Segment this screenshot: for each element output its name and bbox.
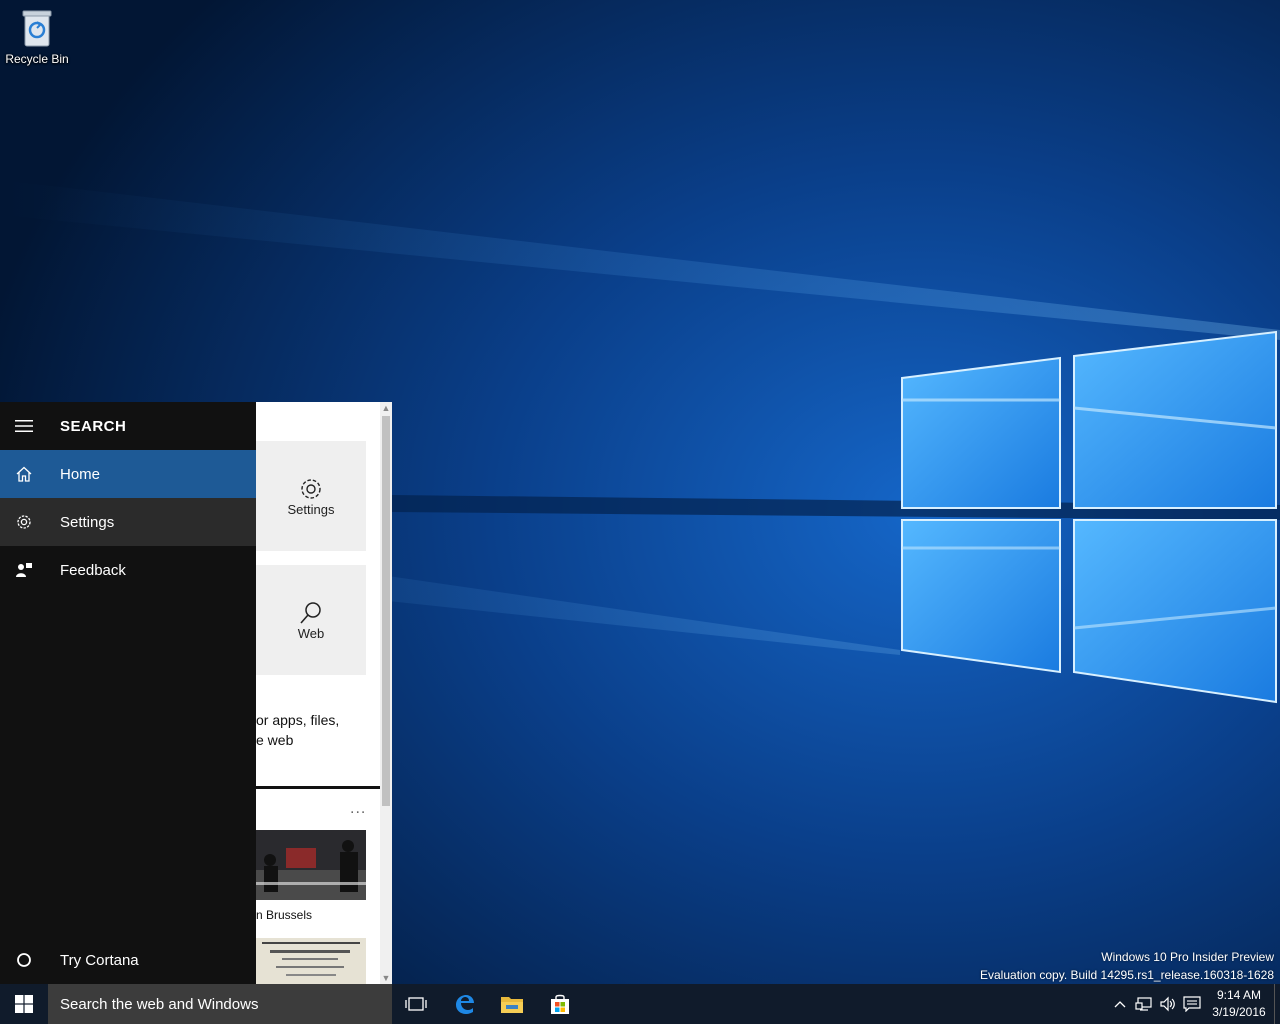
action-center-icon [1183, 996, 1201, 1012]
show-hidden-icons-button[interactable] [1108, 984, 1132, 1024]
edge-icon [456, 995, 474, 1014]
nav-item-label: Home [60, 465, 101, 483]
home-icon [16, 466, 32, 482]
news-caption-1[interactable]: n Brussels [256, 908, 312, 922]
watermark-line-1: Windows 10 Pro Insider Preview [1101, 950, 1274, 964]
desktop-icon-recycle-bin[interactable]: Recycle Bin [4, 6, 70, 76]
windows-logo-icon [15, 995, 33, 1013]
edge-button[interactable] [440, 984, 488, 1024]
nav-item-home[interactable]: Home [0, 450, 256, 498]
search-content-pane: Settings Web or apps, files, e web ... n… [256, 402, 392, 984]
tile-label: Settings [287, 501, 335, 517]
feedback-icon [16, 563, 32, 577]
nav-item-label: Settings [60, 513, 115, 531]
file-explorer-icon [501, 997, 523, 1013]
task-view-icon [405, 997, 427, 1011]
section-divider [256, 786, 380, 789]
clock-time: 9:14 AM [1216, 988, 1262, 1002]
desktop-icon-label: Recycle Bin [5, 52, 69, 66]
more-options-button[interactable]: ... [350, 800, 366, 818]
store-icon [551, 994, 569, 1014]
try-cortana-label: Try Cortana [60, 951, 139, 969]
search-nav-pane: SEARCH Home Settings Feedback Try Cortan… [0, 402, 256, 984]
watermark-line-2: Evaluation copy. Build 14295.rs1_release… [980, 968, 1274, 982]
hamburger-menu-button[interactable] [0, 402, 48, 450]
system-tray: 9:14 AM 3/19/2016 [1108, 984, 1280, 1024]
news-photo [256, 938, 366, 984]
clock-date: 3/19/2016 [1212, 1005, 1266, 1019]
chevron-up-icon [1114, 1001, 1126, 1008]
search-panel: SEARCH Home Settings Feedback Try Cortan… [0, 402, 392, 984]
search-hint-line-1: or apps, files, [256, 712, 340, 728]
gear-icon [17, 515, 31, 529]
show-desktop-button[interactable] [1274, 984, 1280, 1024]
search-placeholder: Search the web and Windows [60, 995, 259, 1013]
news-photo [256, 830, 366, 900]
network-icon [1135, 997, 1152, 1011]
start-button[interactable] [0, 984, 48, 1024]
task-view-button[interactable] [392, 984, 440, 1024]
content-scrollbar[interactable]: ▲ ▼ [380, 402, 392, 984]
nav-item-label: Feedback [60, 561, 126, 579]
evaluation-watermark: Windows 10 Pro Insider Preview Evaluatio… [980, 948, 1274, 984]
news-image-2[interactable] [256, 938, 366, 984]
news-image-1[interactable] [256, 830, 366, 900]
nav-item-feedback[interactable]: Feedback [0, 546, 256, 594]
search-hint-text: or apps, files, e web [256, 710, 366, 750]
volume-icon [1160, 996, 1175, 1012]
action-center-button[interactable] [1180, 984, 1204, 1024]
tile-web[interactable]: Web [256, 565, 366, 675]
gear-icon [301, 478, 321, 499]
network-button[interactable] [1132, 984, 1156, 1024]
search-icon [300, 601, 321, 624]
search-hint-line-2: e web [256, 732, 294, 748]
tile-settings[interactable]: Settings [256, 441, 366, 551]
search-panel-title: SEARCH [60, 417, 127, 435]
scroll-up-arrow[interactable]: ▲ [380, 402, 392, 414]
search-nav-header: SEARCH [0, 402, 256, 450]
store-button[interactable] [536, 984, 584, 1024]
scroll-down-arrow[interactable]: ▼ [380, 972, 392, 984]
taskbar: Search the web and Windows 9:14 AM 3/19/… [0, 984, 1280, 1024]
volume-button[interactable] [1156, 984, 1180, 1024]
circle-icon [17, 953, 31, 967]
try-cortana-button[interactable]: Try Cortana [0, 936, 256, 984]
scroll-thumb[interactable] [382, 416, 390, 806]
recycle-bin-icon [22, 10, 52, 47]
clock[interactable]: 9:14 AM 3/19/2016 [1204, 987, 1274, 1021]
nav-item-settings[interactable]: Settings [0, 498, 256, 546]
taskbar-search-box[interactable]: Search the web and Windows [48, 984, 392, 1024]
hamburger-icon [15, 420, 33, 432]
file-explorer-button[interactable] [488, 984, 536, 1024]
tile-label: Web [297, 625, 325, 641]
